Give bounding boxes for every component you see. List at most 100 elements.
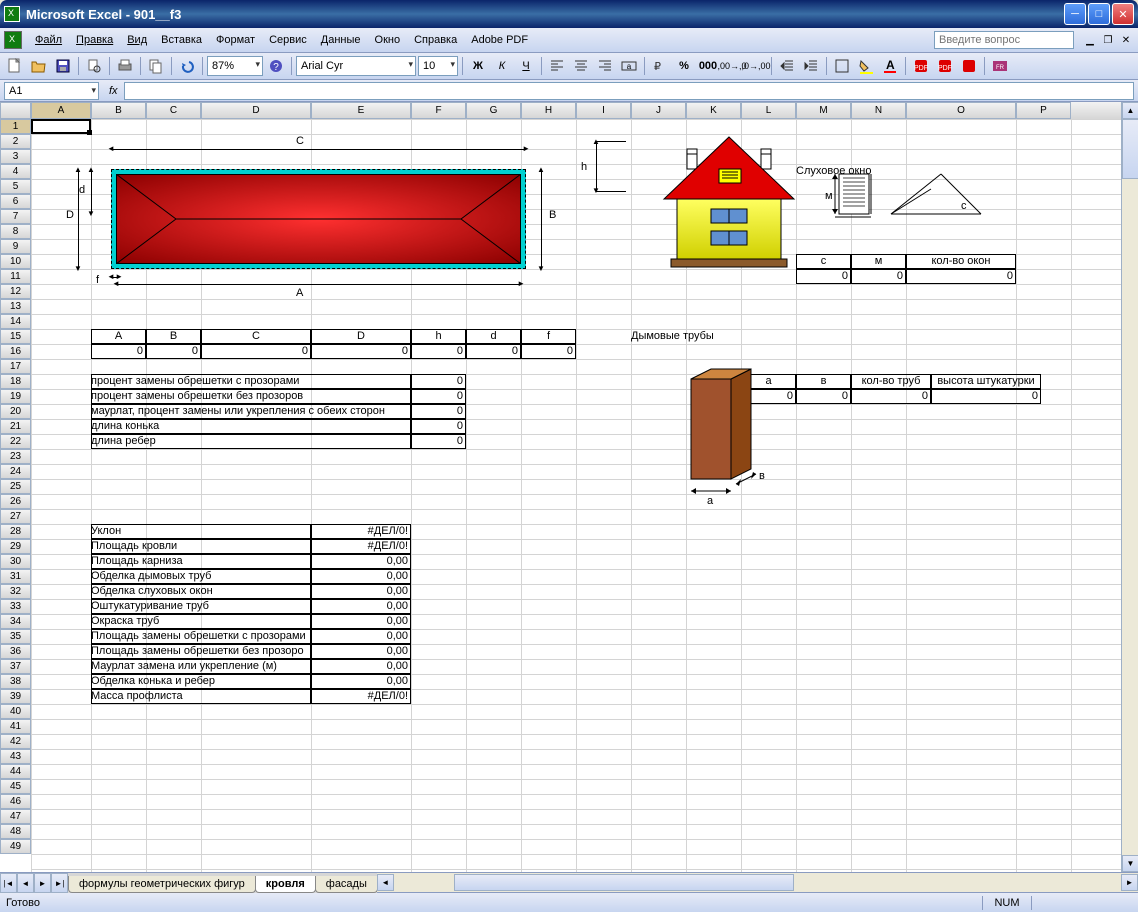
tab-last-button[interactable]: ►| — [51, 873, 68, 893]
menu-service[interactable]: Сервис — [262, 31, 314, 49]
row-header-33[interactable]: 33 — [0, 599, 31, 614]
font-color-button[interactable]: A — [879, 55, 901, 77]
sheet-tab[interactable]: формулы геометрических фигур — [68, 876, 256, 893]
minimize-button[interactable]: ─ — [1064, 3, 1086, 25]
row-header-30[interactable]: 30 — [0, 554, 31, 569]
col-header-C[interactable]: C — [146, 102, 201, 119]
row-header-13[interactable]: 13 — [0, 299, 31, 314]
col-header-M[interactable]: M — [796, 102, 851, 119]
decrease-indent-button[interactable] — [776, 55, 798, 77]
row-header-1[interactable]: 1 — [0, 119, 31, 134]
align-right-button[interactable] — [594, 55, 616, 77]
sheet-tab[interactable]: фасады — [315, 876, 378, 893]
help-question-input[interactable] — [934, 31, 1074, 49]
col-header-K[interactable]: K — [686, 102, 741, 119]
row-header-16[interactable]: 16 — [0, 344, 31, 359]
menu-data[interactable]: Данные — [314, 31, 368, 49]
scroll-up-button[interactable]: ▲ — [1122, 102, 1138, 119]
maximize-button[interactable]: □ — [1088, 3, 1110, 25]
currency-button[interactable]: ₽ — [649, 55, 671, 77]
row-header-25[interactable]: 25 — [0, 479, 31, 494]
open-button[interactable] — [28, 55, 50, 77]
row-header-22[interactable]: 22 — [0, 434, 31, 449]
row-header-46[interactable]: 46 — [0, 794, 31, 809]
menu-insert[interactable]: Вставка — [154, 31, 209, 49]
formula-input[interactable] — [124, 82, 1134, 100]
sheet-tab[interactable]: кровля — [255, 876, 316, 893]
row-header-18[interactable]: 18 — [0, 374, 31, 389]
underline-button[interactable]: Ч — [515, 55, 537, 77]
row-header-14[interactable]: 14 — [0, 314, 31, 329]
row-header-28[interactable]: 28 — [0, 524, 31, 539]
save-button[interactable] — [52, 55, 74, 77]
col-header-G[interactable]: G — [466, 102, 521, 119]
undo-button[interactable] — [176, 55, 198, 77]
thousands-button[interactable]: 000 — [697, 55, 719, 77]
menu-help[interactable]: Справка — [407, 31, 464, 49]
horizontal-scrollbar[interactable]: ◄ ► — [377, 873, 1138, 892]
row-header-38[interactable]: 38 — [0, 674, 31, 689]
scroll-right-button[interactable]: ► — [1121, 874, 1138, 891]
increase-indent-button[interactable] — [800, 55, 822, 77]
copy-button[interactable] — [145, 55, 167, 77]
col-header-J[interactable]: J — [631, 102, 686, 119]
menu-format[interactable]: Формат — [209, 31, 262, 49]
row-header-17[interactable]: 17 — [0, 359, 31, 374]
row-header-6[interactable]: 6 — [0, 194, 31, 209]
col-header-I[interactable]: I — [576, 102, 631, 119]
row-header-27[interactable]: 27 — [0, 509, 31, 524]
row-header-49[interactable]: 49 — [0, 839, 31, 854]
font-size-combo[interactable]: 10 — [418, 56, 458, 76]
row-header-12[interactable]: 12 — [0, 284, 31, 299]
pdf-icon-1[interactable]: PDF — [910, 55, 932, 77]
menu-file[interactable]: Файл — [28, 31, 69, 49]
zoom-combo[interactable]: 87% — [207, 56, 263, 76]
row-header-10[interactable]: 10 — [0, 254, 31, 269]
row-header-37[interactable]: 37 — [0, 659, 31, 674]
row-header-43[interactable]: 43 — [0, 749, 31, 764]
row-header-39[interactable]: 39 — [0, 689, 31, 704]
row-header-2[interactable]: 2 — [0, 134, 31, 149]
increase-decimal-button[interactable]: ,00→,0 — [721, 55, 743, 77]
row-header-47[interactable]: 47 — [0, 809, 31, 824]
col-header-L[interactable]: L — [741, 102, 796, 119]
menu-view[interactable]: Вид — [120, 31, 154, 49]
row-header-40[interactable]: 40 — [0, 704, 31, 719]
close-button[interactable]: ✕ — [1112, 3, 1134, 25]
col-header-P[interactable]: P — [1016, 102, 1071, 119]
row-header-7[interactable]: 7 — [0, 209, 31, 224]
bold-button[interactable]: Ж — [467, 55, 489, 77]
hscroll-thumb[interactable] — [454, 874, 794, 891]
row-header-20[interactable]: 20 — [0, 404, 31, 419]
pdf-icon-3[interactable] — [958, 55, 980, 77]
cell-text[interactable]: Дымовые трубы — [631, 330, 751, 342]
vscroll-thumb[interactable] — [1122, 119, 1138, 179]
row-header-45[interactable]: 45 — [0, 779, 31, 794]
row-header-21[interactable]: 21 — [0, 419, 31, 434]
row-header-26[interactable]: 26 — [0, 494, 31, 509]
row-header-44[interactable]: 44 — [0, 764, 31, 779]
help-icon[interactable]: ? — [265, 55, 287, 77]
row-header-31[interactable]: 31 — [0, 569, 31, 584]
merge-center-button[interactable]: a — [618, 55, 640, 77]
row-header-42[interactable]: 42 — [0, 734, 31, 749]
row-header-9[interactable]: 9 — [0, 239, 31, 254]
row-header-36[interactable]: 36 — [0, 644, 31, 659]
align-left-button[interactable] — [546, 55, 568, 77]
row-header-29[interactable]: 29 — [0, 539, 31, 554]
excel-app-icon[interactable] — [4, 31, 22, 49]
borders-button[interactable] — [831, 55, 853, 77]
col-header-D[interactable]: D — [201, 102, 311, 119]
fx-label[interactable]: fx — [109, 85, 118, 97]
print-preview-button[interactable] — [83, 55, 105, 77]
print-button[interactable] — [114, 55, 136, 77]
row-header-24[interactable]: 24 — [0, 464, 31, 479]
row-header-15[interactable]: 15 — [0, 329, 31, 344]
scroll-left-button[interactable]: ◄ — [377, 874, 394, 891]
scroll-down-button[interactable]: ▼ — [1122, 855, 1138, 872]
menu-window[interactable]: Окно — [368, 31, 408, 49]
doc-restore-button[interactable]: ❐ — [1100, 32, 1116, 48]
row-header-5[interactable]: 5 — [0, 179, 31, 194]
menu-edit[interactable]: Правка — [69, 31, 120, 49]
col-header-E[interactable]: E — [311, 102, 411, 119]
